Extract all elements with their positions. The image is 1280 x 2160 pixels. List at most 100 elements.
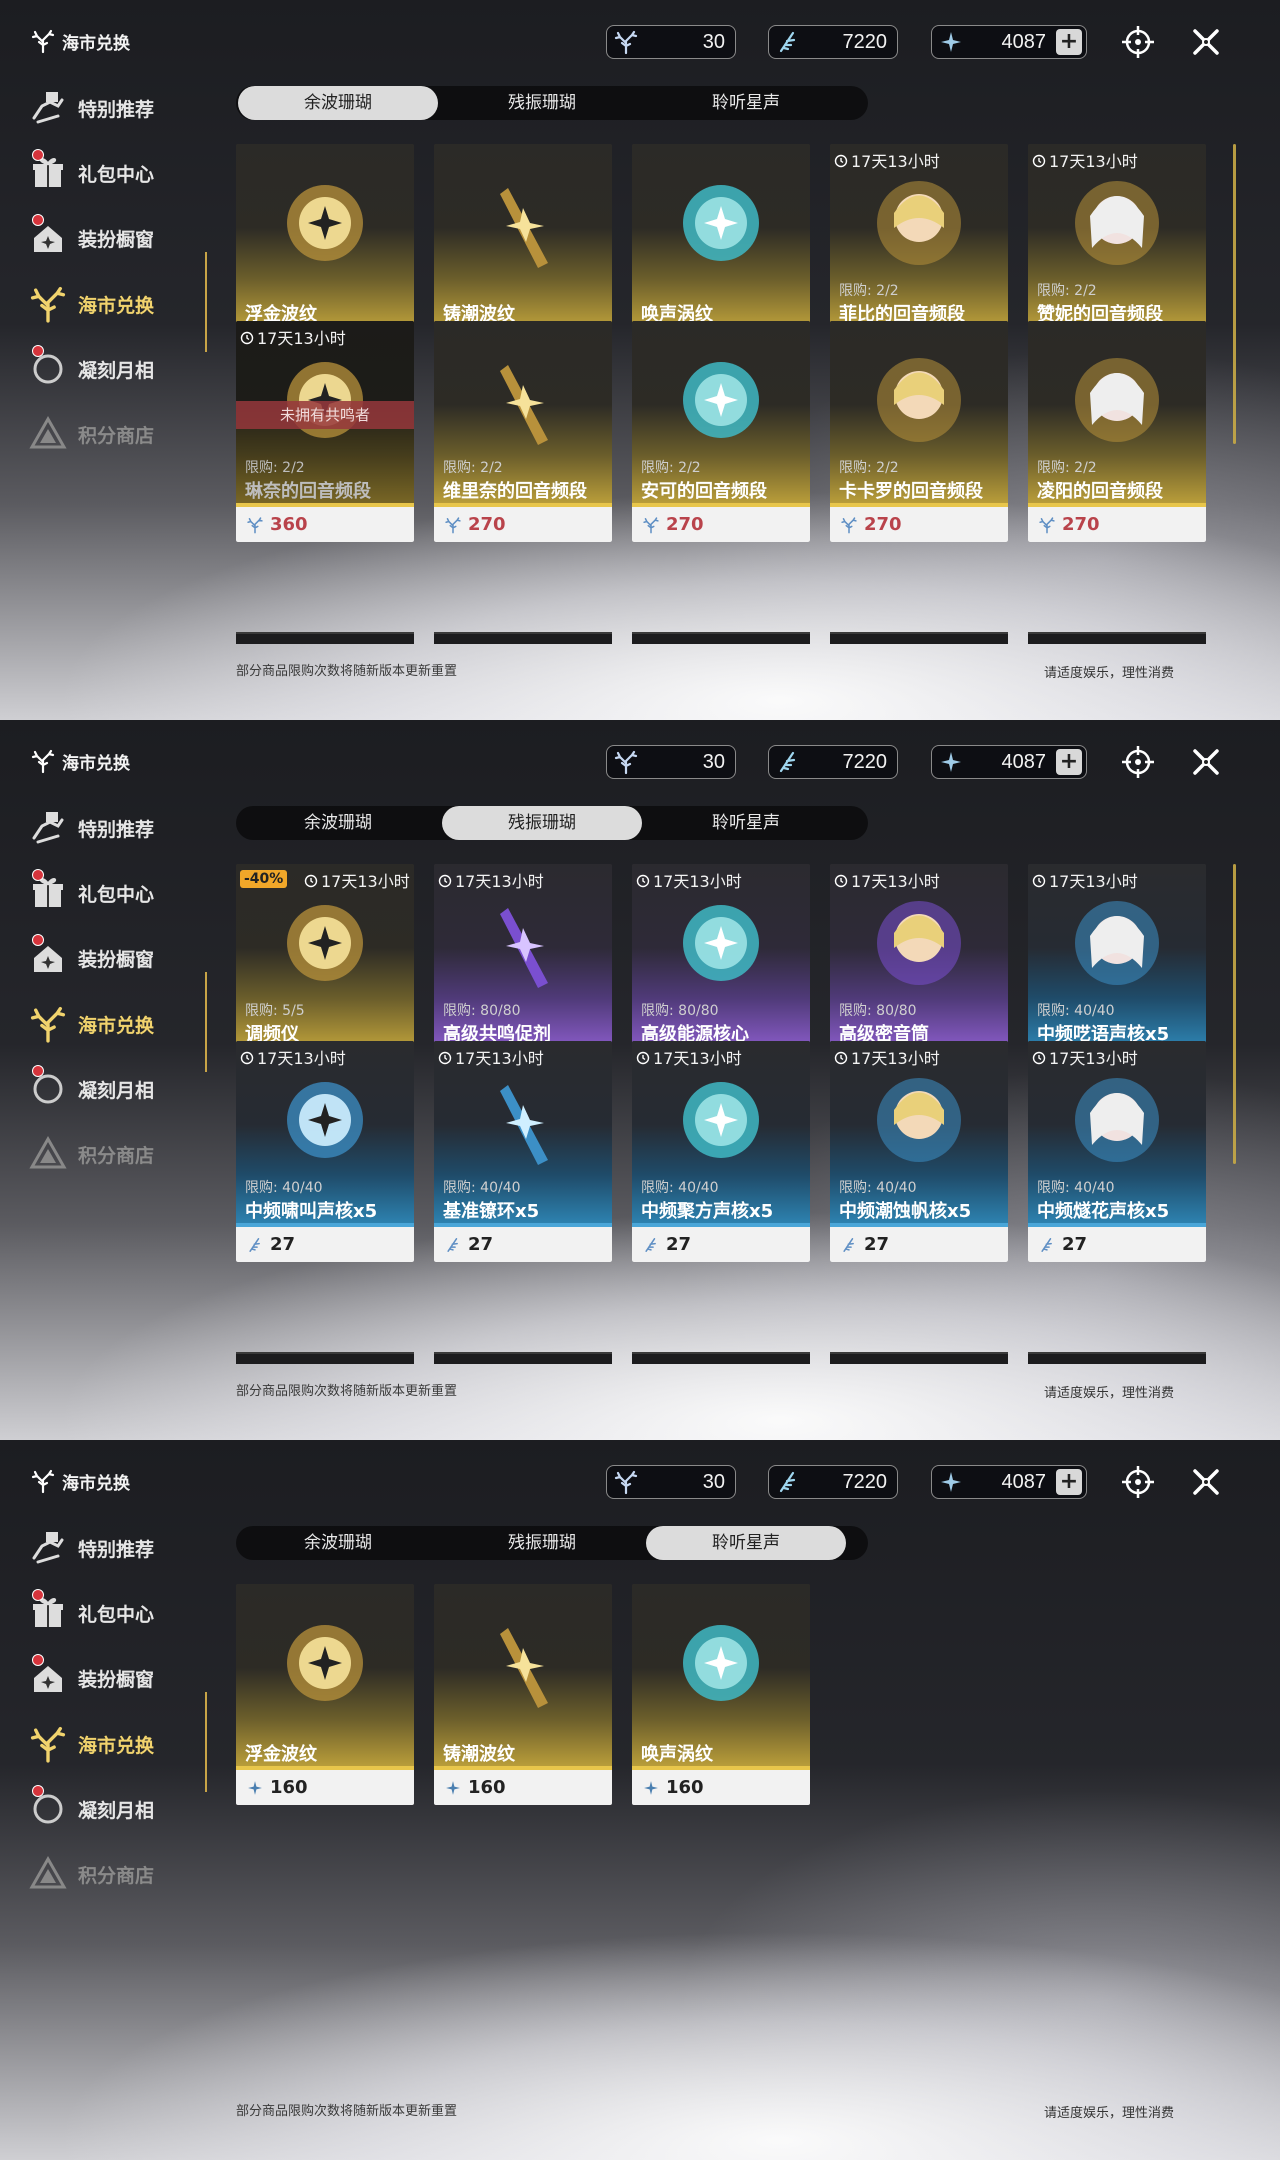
price-bar: 360 — [236, 507, 414, 542]
health-advice: 请适度娱乐，理性消费 — [1044, 666, 1175, 681]
currency-icon — [1038, 1236, 1056, 1254]
currency-icon — [1038, 516, 1056, 534]
sidebar-item-3[interactable]: 海市兑换 — [28, 282, 154, 326]
price-value: 160 — [666, 1777, 704, 1798]
purchase-limit: 限购: 2/2 — [443, 460, 503, 476]
clock-icon — [1032, 1050, 1046, 1065]
price-value: 27 — [270, 1234, 296, 1255]
tab-0[interactable]: 余波珊瑚 — [238, 86, 438, 120]
sidebar-item-5[interactable]: 积分商店 — [28, 412, 154, 456]
top-bar: 海市兑换 30 7220 4087 + — [0, 720, 1280, 806]
tab-1[interactable]: 残振珊瑚 — [442, 86, 642, 120]
price-value: 27 — [666, 1234, 692, 1255]
add-currency-button[interactable]: + — [1056, 749, 1082, 775]
shop-item-card[interactable]: 17天13小时 限购: 40/40 中频潮蚀帆核x5 27 — [830, 1041, 1008, 1262]
clock-icon — [834, 873, 848, 888]
sidebar-item-3[interactable]: 海市兑换 — [28, 1722, 154, 1766]
tab-bar: 余波珊瑚 残振珊瑚 聆听星声 — [236, 1526, 868, 1560]
tab-1[interactable]: 残振珊瑚 — [442, 806, 642, 840]
next-row-card[interactable] — [830, 1352, 1008, 1364]
price-bar: 270 — [1028, 507, 1206, 542]
target-icon[interactable] — [1120, 1464, 1156, 1500]
sidebar-item-3[interactable]: 海市兑换 — [28, 1002, 154, 1046]
shop-title: 海市兑换 — [30, 1468, 130, 1494]
sidebar-item-0[interactable]: 特别推荐 — [28, 806, 154, 850]
currency-icon — [246, 516, 264, 534]
sidebar-item-4[interactable]: 凝刻月相 — [28, 1065, 154, 1111]
tab-2[interactable]: 聆听星声 — [646, 806, 846, 840]
next-row-card[interactable] — [830, 632, 1008, 644]
sidebar-item-2[interactable]: 装扮橱窗 — [28, 934, 154, 980]
close-icon[interactable] — [1188, 1464, 1224, 1500]
shop-item-card[interactable]: 17天13小时 限购: 40/40 中频啸叫声核x5 27 — [236, 1041, 414, 1262]
sidebar-item-2[interactable]: 装扮橱窗 — [28, 1654, 154, 1700]
purchase-limit: 限购: 80/80 — [443, 1003, 521, 1019]
shop-item-card[interactable]: 17天13小时 限购: 40/40 基准镣环x5 27 — [434, 1041, 612, 1262]
shop-item-card[interactable]: 限购: 2/2 安可的回音频段 270 — [632, 321, 810, 542]
next-row-card[interactable] — [1028, 632, 1206, 644]
next-row-card[interactable] — [632, 1352, 810, 1364]
sidebar-item-4[interactable]: 凝刻月相 — [28, 1785, 154, 1831]
timer: 17天13小时 — [1032, 148, 1138, 172]
tab-1[interactable]: 残振珊瑚 — [442, 1526, 642, 1560]
shop-item-card[interactable]: 限购: 2/2 卡卡罗的回音频段 270 — [830, 321, 1008, 542]
active-indicator — [205, 1692, 207, 1792]
tab-2[interactable]: 聆听星声 — [646, 1526, 846, 1560]
tab-0[interactable]: 余波珊瑚 — [238, 1526, 438, 1560]
close-icon[interactable] — [1188, 744, 1224, 780]
item-image — [287, 185, 363, 261]
sidebar-item-2[interactable]: 装扮橱窗 — [28, 214, 154, 260]
add-currency-button[interactable]: + — [1056, 29, 1082, 55]
next-row-card[interactable] — [236, 632, 414, 644]
next-row-card[interactable] — [632, 632, 810, 644]
clock-icon — [636, 1050, 650, 1065]
purchase-limit: 限购: 40/40 — [245, 1180, 323, 1196]
currency-icon — [642, 1779, 660, 1797]
next-row-card[interactable] — [434, 1352, 612, 1364]
sidebar-item-5[interactable]: 积分商店 — [28, 1132, 154, 1176]
next-row-card[interactable] — [236, 1352, 414, 1364]
item-image — [500, 1628, 548, 1708]
sidebar-item-1[interactable]: 礼包中心 — [28, 869, 154, 915]
sidebar-item-0[interactable]: 特别推荐 — [28, 86, 154, 130]
next-row-card[interactable] — [434, 632, 612, 644]
next-row-card[interactable] — [1028, 1352, 1206, 1364]
tab-0[interactable]: 余波珊瑚 — [238, 806, 438, 840]
timer: 17天13小时 — [438, 868, 544, 892]
shop-item-card[interactable]: 唤声涡纹 160 — [632, 1584, 810, 1805]
sidebar-item-0[interactable]: 特别推荐 — [28, 1526, 154, 1570]
currency-icon — [840, 516, 858, 534]
item-image — [683, 362, 759, 438]
item-image — [1075, 1078, 1159, 1162]
timer: 17天13小时 — [240, 325, 346, 349]
scrollbar[interactable] — [1233, 144, 1236, 444]
item-name: 中频燧花声核x5 — [1037, 1201, 1170, 1222]
tab-2[interactable]: 聆听星声 — [646, 86, 846, 120]
sidebar-item-1[interactable]: 礼包中心 — [28, 149, 154, 195]
scrollbar[interactable] — [1233, 864, 1236, 1164]
timer: 17天13小时 — [1032, 1045, 1138, 1069]
shop-item-card[interactable]: 铸潮波纹 160 — [434, 1584, 612, 1805]
sidebar-item-1[interactable]: 礼包中心 — [28, 1589, 154, 1635]
item-image — [500, 908, 548, 988]
shop-item-card[interactable]: 17天13小时 未拥有共鸣者 限购: 2/2 琳奈的回音频段 360 — [236, 321, 414, 542]
shop-item-card[interactable]: 浮金波纹 160 — [236, 1584, 414, 1805]
shop-item-card[interactable]: 限购: 2/2 凌阳的回音频段 270 — [1028, 321, 1206, 542]
target-icon[interactable] — [1120, 744, 1156, 780]
shop-item-card[interactable]: 限购: 2/2 维里奈的回音频段 270 — [434, 321, 612, 542]
price-bar: 27 — [1028, 1227, 1206, 1262]
timer: 17天13小时 — [1032, 868, 1138, 892]
shop-item-card[interactable]: 17天13小时 限购: 40/40 中频燧花声核x5 27 — [1028, 1041, 1206, 1262]
shop-item-card[interactable]: 17天13小时 限购: 40/40 中频聚方声核x5 27 — [632, 1041, 810, 1262]
close-icon[interactable] — [1188, 24, 1224, 60]
notification-dot — [32, 1785, 44, 1797]
price-value: 27 — [468, 1234, 494, 1255]
sidebar-item-4[interactable]: 凝刻月相 — [28, 345, 154, 391]
add-currency-button[interactable]: + — [1056, 1469, 1082, 1495]
sidebar-item-5[interactable]: 积分商店 — [28, 1852, 154, 1896]
sidebar-item-label: 海市兑换 — [78, 1734, 155, 1757]
wardrobe-icon — [28, 1654, 68, 1698]
target-icon[interactable] — [1120, 24, 1156, 60]
price-bar: 270 — [632, 507, 810, 542]
gift-icon — [28, 149, 68, 193]
